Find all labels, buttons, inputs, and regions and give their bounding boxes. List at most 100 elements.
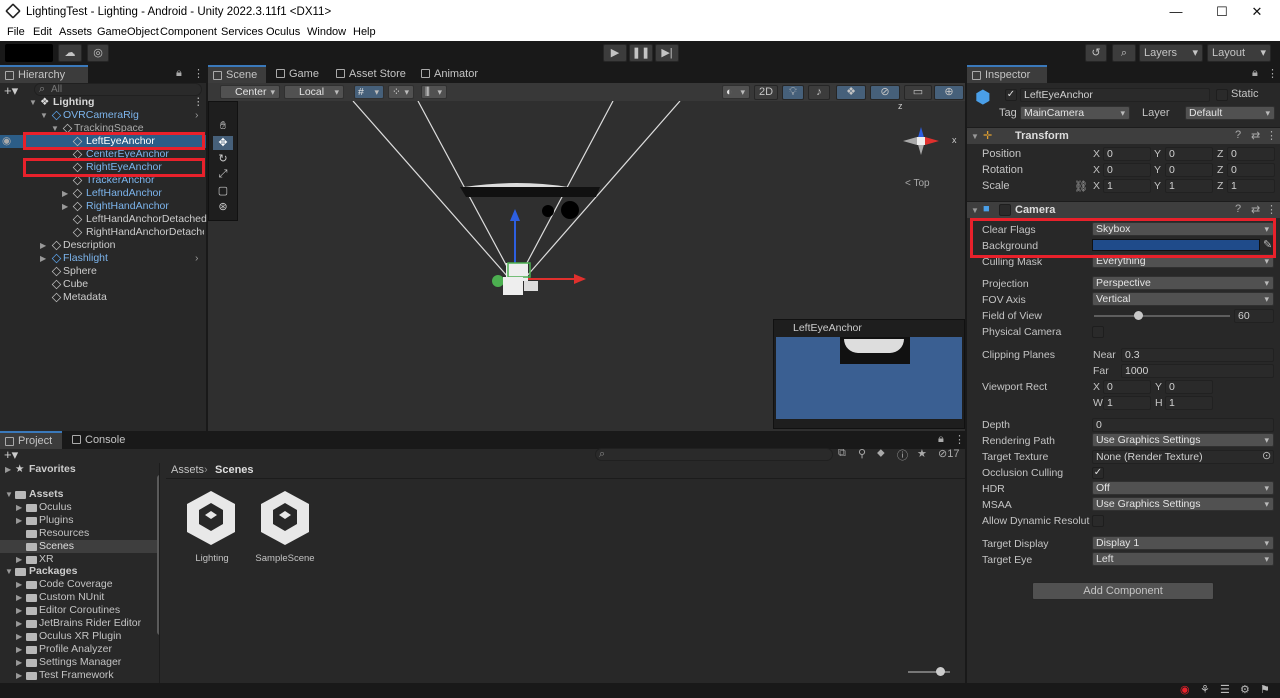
menu-services[interactable]: Services: [221, 26, 263, 38]
camera-icon[interactable]: ▭: [904, 85, 932, 100]
project-search-input[interactable]: ⌕: [595, 448, 833, 461]
list-item[interactable]: Sphere: [0, 265, 206, 278]
tag-icon[interactable]: ⬥: [877, 447, 885, 460]
rotation-z[interactable]: 0: [1227, 163, 1275, 177]
transform-header[interactable]: ▼ ✛ Transform ? ⇄ ⋮: [967, 127, 1280, 144]
tree-folder[interactable]: ▶ Profile Analyzer: [0, 643, 157, 656]
scale-z[interactable]: 1: [1227, 179, 1275, 193]
menu-gameobject[interactable]: GameObject: [97, 26, 159, 38]
tab-console[interactable]: Console: [67, 431, 133, 449]
asset-tile[interactable]: Lighting: [185, 489, 239, 567]
camera-header[interactable]: ▼ ■ Camera ? ⇄ ⋮: [967, 201, 1280, 218]
pivot-dropdown[interactable]: Center: [220, 85, 280, 99]
notification-icon[interactable]: ⚑: [1260, 683, 1270, 696]
list-item[interactable]: Metadata: [0, 291, 206, 304]
scene-row[interactable]: ▼ ❖ Lighting ⋮: [0, 96, 206, 109]
list-item[interactable]: ▶ Description: [0, 239, 206, 252]
cloud-icon[interactable]: ☁: [58, 44, 82, 62]
audio-icon[interactable]: ♪: [808, 85, 830, 100]
tab-hierarchy[interactable]: Hierarchy: [0, 65, 88, 83]
play-button[interactable]: ▶: [603, 44, 627, 62]
shading-dropdown[interactable]: ◐: [722, 85, 750, 99]
help-icon[interactable]: ?: [1235, 203, 1241, 215]
minimize-button[interactable]: —: [1153, 0, 1199, 24]
depth-field[interactable]: 0: [1092, 418, 1274, 432]
add-component-button[interactable]: Add Component: [1032, 582, 1214, 600]
position-z[interactable]: 0: [1227, 147, 1275, 161]
lighting-icon[interactable]: 💡︎: [782, 85, 804, 100]
tree-folder[interactable]: ▶ Oculus: [0, 501, 157, 514]
list-item[interactable]: RightHandAnchorDetached: [0, 226, 204, 239]
list-item[interactable]: ▶ LeftHandAnchor: [0, 187, 206, 200]
more-icon[interactable]: ⋮: [193, 67, 204, 80]
tree-folder-selected[interactable]: Scenes: [0, 540, 157, 553]
hand-tool-icon[interactable]: ✋︎: [213, 120, 233, 134]
progress-icon[interactable]: ⚘: [1200, 683, 1210, 696]
list-item[interactable]: LeftHandAnchorDetached: [0, 213, 207, 226]
position-x[interactable]: 0: [1103, 147, 1151, 161]
tree-folder[interactable]: ▶ Test Framework: [0, 669, 157, 682]
fov-slider[interactable]: [1094, 311, 1230, 320]
scene-viewport[interactable]: ✋︎ ✥ ↻ ⤢ ▢ ⊛ z x < Top LeftEyeAnchor: [208, 101, 965, 431]
more-icon[interactable]: ⋮: [1266, 203, 1277, 216]
fov-field[interactable]: 60: [1234, 309, 1274, 323]
tab-inspector[interactable]: Inspector: [967, 65, 1047, 83]
tree-folder[interactable]: ▶ Settings Manager: [0, 656, 157, 669]
asset-tile[interactable]: SampleScene: [255, 489, 315, 567]
viewport-w[interactable]: 1: [1103, 396, 1151, 410]
occlusion-culling-checkbox[interactable]: ✓: [1092, 467, 1104, 479]
visibility-toggle-icon[interactable]: ⊘: [870, 85, 900, 100]
create-icon[interactable]: +▾: [4, 447, 18, 463]
more-icon[interactable]: ⋮: [193, 96, 204, 109]
list-item[interactable]: ▶ RightHandAnchor: [0, 200, 206, 213]
filter-label-icon[interactable]: ⚲: [858, 447, 866, 460]
scale-tool-icon[interactable]: ⤢: [213, 168, 233, 182]
tab-animator[interactable]: Animator: [416, 65, 486, 83]
tree-folder[interactable]: ▶ JetBrains Rider Editor: [0, 617, 157, 630]
rotation-y[interactable]: 0: [1165, 163, 1213, 177]
zoom-slider[interactable]: [908, 667, 950, 676]
lock-icon[interactable]: 🔒︎: [176, 67, 182, 80]
menu-assets[interactable]: Assets: [59, 26, 92, 38]
snap-icon[interactable]: ⁘: [388, 85, 414, 99]
tree-folder[interactable]: ▶ Custom NUnit: [0, 591, 157, 604]
list-item[interactable]: Cube: [0, 278, 206, 291]
tree-folder[interactable]: Resources: [0, 527, 157, 540]
step-button[interactable]: ▶|: [655, 44, 679, 62]
far-field[interactable]: 1000: [1121, 364, 1274, 378]
rect-tool-icon[interactable]: ▢: [213, 184, 233, 198]
menu-component[interactable]: Component: [160, 26, 217, 38]
close-button[interactable]: ✕: [1234, 0, 1280, 24]
gizmos-icon[interactable]: ⊕: [934, 85, 964, 100]
grid-snap-icon[interactable]: #: [354, 85, 384, 99]
search-icon[interactable]: ⌕: [1112, 44, 1136, 62]
target-texture-field[interactable]: None (Render Texture): [1092, 450, 1274, 464]
viewport-y[interactable]: 0: [1165, 380, 1213, 394]
menu-edit[interactable]: Edit: [33, 26, 52, 38]
tree-favorites[interactable]: ▶ ★ Favorites: [0, 463, 157, 476]
tree-folder[interactable]: ▶ Oculus XR Plugin: [0, 630, 157, 643]
target-display-dropdown[interactable]: Display 1: [1092, 536, 1274, 550]
2d-toggle[interactable]: 2D: [754, 85, 778, 100]
menu-window[interactable]: Window: [307, 26, 346, 38]
tag-dropdown[interactable]: MainCamera: [1020, 106, 1130, 120]
effects-icon[interactable]: ❖: [836, 85, 866, 100]
list-item[interactable]: ▶ Flashlight ›: [0, 252, 206, 265]
tab-game[interactable]: Game: [271, 65, 331, 83]
list-item[interactable]: ▼ OVRCameraRig ›: [0, 109, 206, 122]
tab-scene[interactable]: Scene: [208, 65, 266, 83]
orientation-gizmo[interactable]: [891, 111, 951, 171]
account-dropdown[interactable]: [5, 44, 53, 62]
position-y[interactable]: 0: [1165, 147, 1213, 161]
tree-folder[interactable]: ▶ Plugins: [0, 514, 157, 527]
pause-button[interactable]: ❚❚: [629, 44, 653, 62]
layers-dropdown[interactable]: Layers ▾: [1139, 44, 1203, 62]
more-icon[interactable]: ⋮: [1267, 67, 1278, 80]
menu-file[interactable]: File: [7, 26, 25, 38]
near-field[interactable]: 0.3: [1121, 348, 1274, 362]
fov-axis-dropdown[interactable]: Vertical: [1092, 292, 1274, 306]
preset-icon[interactable]: ⇄: [1251, 129, 1260, 142]
tree-packages[interactable]: ▼ Packages: [0, 565, 157, 578]
object-picker-icon[interactable]: ⊙: [1262, 449, 1271, 462]
object-name-field[interactable]: LeftEyeAnchor: [1020, 88, 1210, 102]
